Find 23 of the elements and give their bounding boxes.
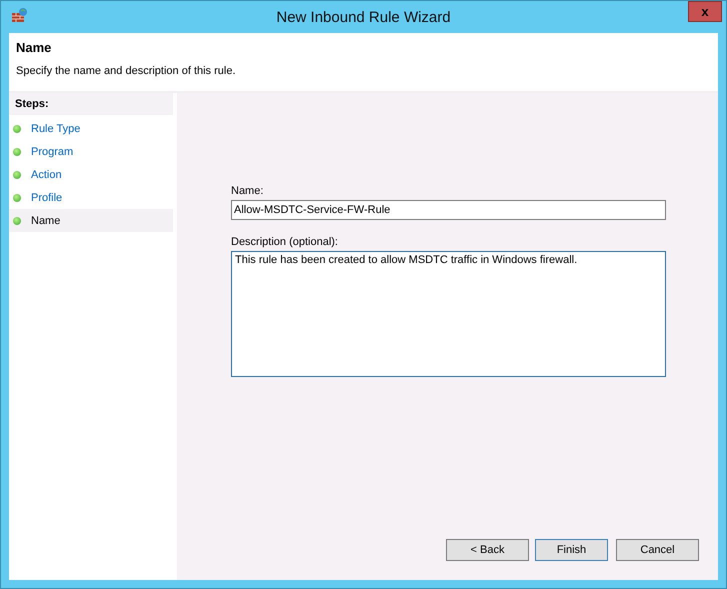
page-subtitle: Specify the name and description of this rule. (16, 65, 237, 77)
description-field[interactable]: This rule has been created to allow MSDTC traffic in Windows firewall. (231, 251, 666, 377)
step-item[interactable]: Program (9, 140, 173, 163)
status-dot-icon (13, 148, 21, 156)
firewall-icon (11, 7, 29, 23)
page-title: Name (16, 40, 52, 55)
step-item[interactable]: Action (9, 163, 173, 186)
status-dot-icon (13, 170, 21, 178)
status-dot-icon (13, 194, 21, 202)
wizard-button[interactable]: < Back (446, 539, 529, 561)
name-field[interactable]: Allow-MSDTC-Service-FW-Rule (231, 200, 666, 220)
description-label: Description (optional): (231, 236, 339, 248)
name-label: Name: (231, 185, 264, 197)
status-dot-icon (13, 216, 21, 224)
close-button[interactable]: x (688, 1, 722, 22)
window-title: New Inbound Rule Wizard (276, 8, 451, 26)
step-item[interactable]: Profile (9, 186, 173, 209)
steps-heading: Steps: (9, 93, 173, 115)
step-item[interactable]: Rule Type (9, 117, 173, 140)
step-item[interactable]: Name (9, 209, 173, 232)
wizard-button[interactable]: Finish (535, 539, 608, 561)
wizard-button[interactable]: Cancel (616, 539, 699, 561)
status-dot-icon (13, 124, 21, 132)
